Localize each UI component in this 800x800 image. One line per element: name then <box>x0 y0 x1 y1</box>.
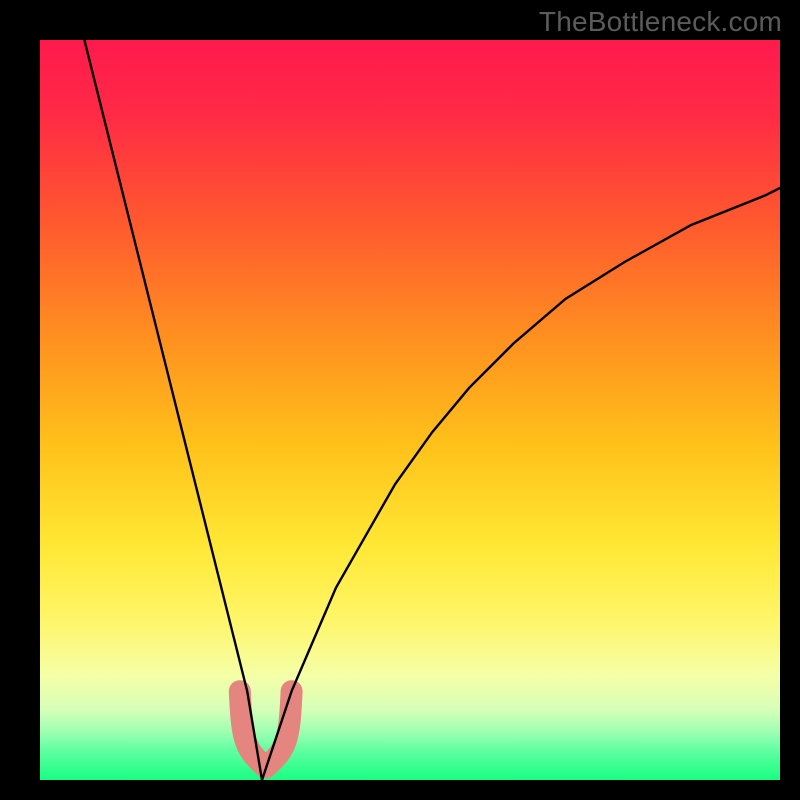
curve-layer <box>40 40 780 780</box>
notch-highlight-blob <box>240 691 292 767</box>
plot-area <box>40 40 780 780</box>
outer-frame: TheBottleneck.com <box>0 0 800 800</box>
left-curve <box>84 40 262 780</box>
right-curve <box>262 188 780 780</box>
watermark-text: TheBottleneck.com <box>539 6 782 38</box>
